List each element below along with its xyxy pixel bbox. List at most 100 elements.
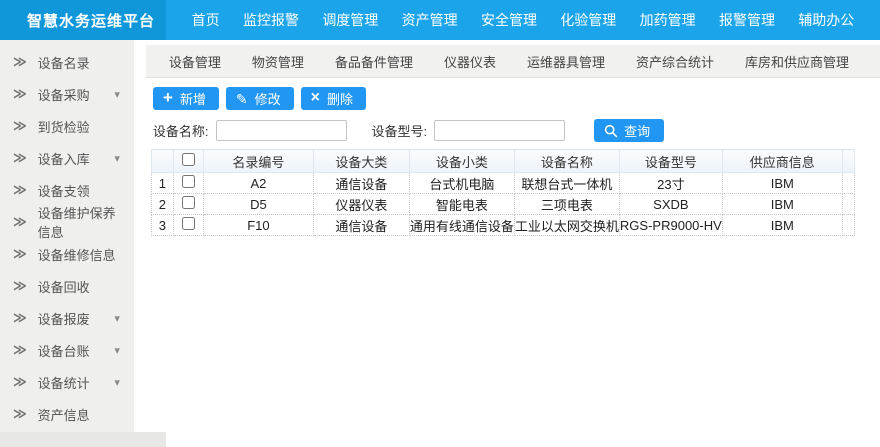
delete-button[interactable]: × 删除 [301, 87, 366, 110]
column-header-subcategory: 设备小类 [409, 150, 514, 173]
row-checkbox[interactable] [182, 217, 195, 230]
tab-material-mgmt[interactable]: 物资管理 [252, 52, 304, 71]
query-button[interactable]: 查询 [594, 119, 664, 142]
device-name-label: 设备名称: [153, 121, 209, 140]
tab-ops-tools-mgmt[interactable]: 运维器具管理 [527, 52, 605, 71]
double-chevron-icon: ≫ [13, 150, 27, 166]
double-chevron-icon: ≫ [13, 374, 27, 390]
chevron-down-icon: ▾ [114, 376, 120, 389]
nav-item-dosing[interactable]: 加药管理 [640, 10, 696, 30]
cell-model: RGS-PR9000-HV [619, 215, 722, 236]
column-header-name: 设备名称 [514, 150, 619, 173]
tab-instruments[interactable]: 仪器仪表 [444, 52, 496, 71]
double-chevron-icon: ≫ [13, 246, 27, 262]
sidebar-item-device-scrap[interactable]: ≫ 设备报废 ▾ [0, 302, 134, 334]
cell-name: 工业以太网交换机 [514, 215, 619, 236]
sidebar-item-device-statistics[interactable]: ≫ 设备统计 ▾ [0, 366, 134, 398]
nav-item-lab[interactable]: 化验管理 [560, 10, 616, 30]
tab-bar: 设备管理 物资管理 备品备件管理 仪器仪表 运维器具管理 资产综合统计 库房和供… [146, 45, 880, 78]
top-header: 智慧水务运维平台 首页 监控报警 调度管理 资产管理 安全管理 化验管理 加药管… [0, 0, 880, 40]
sidebar-item-device-inbound[interactable]: ≫ 设备入库 ▾ [0, 142, 134, 174]
nav-item-monitor-alarm[interactable]: 监控报警 [243, 10, 299, 30]
double-chevron-icon: ≫ [13, 310, 27, 326]
add-button[interactable]: + 新增 [153, 87, 219, 110]
cell-subcategory: 智能电表 [409, 194, 514, 215]
table-row[interactable]: 2 D5 仪器仪表 智能电表 三项电表 SXDB IBM [151, 194, 854, 215]
sidebar-item-label: 设备名录 [38, 53, 90, 72]
table-header-row: 名录编号 设备大类 设备小类 设备名称 设备型号 供应商信息 [151, 150, 854, 173]
sidebar-item-arrival-inspection[interactable]: ≫ 到货检验 [0, 110, 134, 142]
cell-filler [842, 194, 854, 215]
column-header-model: 设备型号 [619, 150, 722, 173]
row-number: 1 [151, 173, 173, 194]
tab-spare-parts-mgmt[interactable]: 备品备件管理 [335, 52, 413, 71]
cell-model: SXDB [619, 194, 722, 215]
tab-device-mgmt[interactable]: 设备管理 [169, 52, 221, 71]
double-chevron-icon: ≫ [13, 86, 27, 102]
cell-model: 23寸 [619, 173, 722, 194]
device-name-input[interactable] [216, 120, 347, 141]
select-all-checkbox[interactable] [182, 153, 195, 166]
edit-button[interactable]: ✎ 修改 [226, 87, 294, 110]
sidebar-item-label: 设备采购 [38, 85, 90, 104]
row-number-header [151, 150, 173, 173]
sidebar-item-label: 设备台账 [38, 341, 90, 360]
nav-item-alarm-mgmt[interactable]: 报警管理 [719, 10, 775, 30]
chevron-down-icon: ▾ [114, 312, 120, 325]
sidebar-item-maintenance-care-info[interactable]: ≫ 设备维护保养信息 [0, 206, 134, 238]
device-model-input[interactable] [434, 120, 565, 141]
cell-name: 三项电表 [514, 194, 619, 215]
filler-header [842, 150, 854, 173]
nav-item-safety[interactable]: 安全管理 [481, 10, 537, 30]
chevron-down-icon: ▾ [114, 152, 120, 165]
pencil-icon: ✎ [236, 92, 248, 106]
sidebar-item-repair-info[interactable]: ≫ 设备维修信息 [0, 238, 134, 270]
cell-category: 通信设备 [313, 215, 409, 236]
search-icon [604, 124, 618, 138]
double-chevron-icon: ≫ [13, 342, 27, 358]
double-chevron-icon: ≫ [13, 406, 27, 422]
double-chevron-icon: ≫ [13, 54, 27, 70]
column-header-supplier: 供应商信息 [722, 150, 842, 173]
sidebar-item-asset-info[interactable]: ≫ 资产信息 [0, 398, 134, 430]
sidebar-item-label: 设备报废 [38, 309, 90, 328]
sidebar-item-device-purchase[interactable]: ≫ 设备采购 ▾ [0, 78, 134, 110]
nav-item-assets[interactable]: 资产管理 [402, 10, 458, 30]
nav-item-office[interactable]: 辅助办公 [798, 10, 854, 30]
chevron-down-icon: ▾ [114, 88, 120, 101]
row-checkbox[interactable] [182, 175, 195, 188]
sidebar-item-device-requisition[interactable]: ≫ 设备支领 [0, 174, 134, 206]
sidebar-item-device-catalog[interactable]: ≫ 设备名录 [0, 46, 134, 78]
nav-item-dispatch[interactable]: 调度管理 [322, 10, 378, 30]
tab-warehouse-supplier-mgmt[interactable]: 库房和供应商管理 [745, 52, 849, 71]
cell-supplier: IBM [722, 194, 842, 215]
table-row[interactable]: 3 F10 通信设备 通用有线通信设备 工业以太网交换机 RGS-PR9000-… [151, 215, 854, 236]
device-table: 名录编号 设备大类 设备小类 设备名称 设备型号 供应商信息 1 A2 通信设备… [151, 149, 855, 236]
sidebar-item-device-ledger[interactable]: ≫ 设备台账 ▾ [0, 334, 134, 366]
sidebar-bottom-strip [0, 432, 166, 447]
tab-asset-statistics[interactable]: 资产综合统计 [636, 52, 714, 71]
sidebar-item-label: 设备维护保养信息 [38, 203, 120, 241]
cell-code: F10 [203, 215, 313, 236]
column-header-category: 设备大类 [313, 150, 409, 173]
double-chevron-icon: ≫ [13, 182, 27, 198]
cell-category: 仪器仪表 [313, 194, 409, 215]
sidebar-item-device-recycle[interactable]: ≫ 设备回收 [0, 270, 134, 302]
cell-supplier: IBM [722, 173, 842, 194]
nav-item-home[interactable]: 首页 [192, 10, 220, 30]
sidebar-item-label: 设备统计 [38, 373, 90, 392]
cell-subcategory: 台式机电脑 [409, 173, 514, 194]
cell-code: D5 [203, 194, 313, 215]
column-header-code: 名录编号 [203, 150, 313, 173]
row-number: 2 [151, 194, 173, 215]
sidebar-item-label: 设备维修信息 [38, 245, 116, 264]
double-chevron-icon: ≫ [13, 278, 27, 294]
toolbar: + 新增 ✎ 修改 × 删除 [153, 87, 880, 110]
plus-icon: + [163, 89, 173, 106]
cell-subcategory: 通用有线通信设备 [409, 215, 514, 236]
select-all-header [173, 150, 203, 173]
row-checkbox[interactable] [182, 196, 195, 209]
double-chevron-icon: ≫ [13, 118, 27, 134]
table-row[interactable]: 1 A2 通信设备 台式机电脑 联想台式一体机 23寸 IBM [151, 173, 854, 194]
sidebar-item-label: 设备回收 [38, 277, 90, 296]
